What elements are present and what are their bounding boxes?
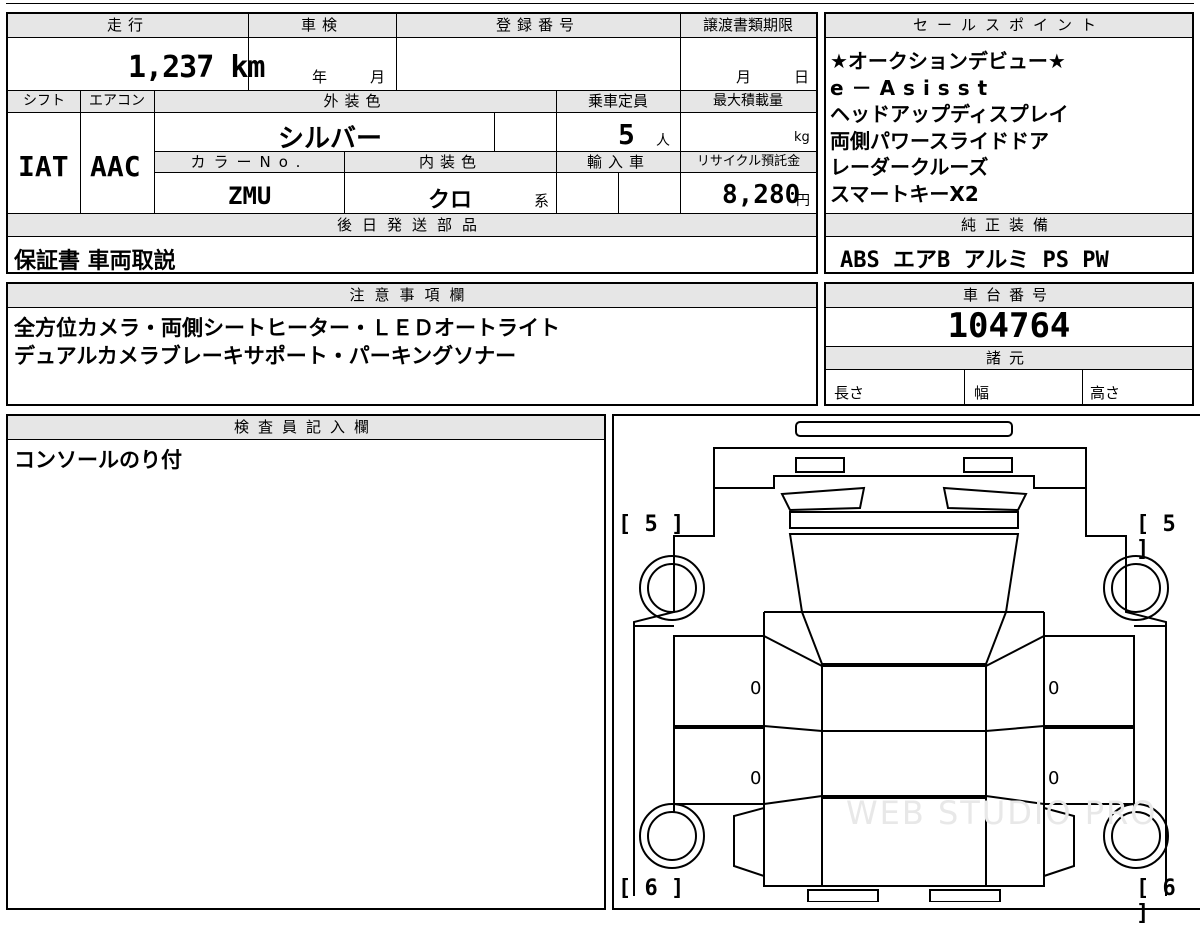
tire-front-left-mark: [ 5 ] (618, 512, 685, 537)
import-label: 輸入車 (557, 151, 680, 173)
equipment-label: 純正装備 (826, 213, 1192, 237)
door-mark-front-left: 0 (750, 678, 762, 699)
notes-label: 注意事項欄 (8, 284, 816, 308)
inspector-panel: 検査員記入欄 コンソールのり付 (6, 414, 606, 910)
interior-color-value: クロ (428, 188, 473, 213)
chassis-panel: 車台番号 104764 諸元 長さ 幅 高さ (824, 282, 1194, 406)
capacity-label: 乗車定員 (556, 91, 680, 113)
mileage-value: 1,237 km (128, 50, 265, 85)
dimensions-label: 諸元 (826, 346, 1192, 370)
mileage-label: 走行 (8, 14, 248, 38)
interior-color-label: 内装色 (345, 151, 556, 173)
inspector-label: 検査員記入欄 (8, 416, 604, 440)
exterior-color-label: 外装色 (154, 91, 556, 113)
sales-point-line: 両側パワースライドドア (830, 128, 1049, 153)
sales-points-panel: セールスポイント ★オークションデビュー★ e－Asisst ヘッドアップディス… (824, 12, 1194, 274)
ac-label: エアコン (80, 91, 154, 113)
recycle-label: リサイクル預託金 (681, 151, 816, 173)
notes-text: 全方位カメラ・両側シートヒーター・ＬＥＤオートライト デュアルカメラブレーキサポ… (14, 314, 560, 370)
exterior-color-value: シルバー (278, 124, 383, 154)
length-label: 長さ (834, 384, 865, 402)
transfer-deadline-label: 譲渡書類期限 (680, 14, 816, 38)
width-label: 幅 (974, 384, 990, 402)
color-no-label: カラーNo. (155, 151, 344, 173)
shift-label: シフト (8, 91, 80, 113)
door-mark-rear-left: 0 (750, 768, 762, 789)
tire-rear-right-mark: [ 6 ] (1136, 876, 1176, 926)
transfer-day: 日 (794, 68, 810, 86)
inspector-value: コンソールのり付 (14, 448, 182, 472)
sales-point-line: ★オークションデビュー★ (830, 49, 1066, 73)
vehicle-info-table: 走行 車検 登録番号 譲渡書類期限 1,237 km 年 月 月 日 シフト エ… (6, 12, 818, 274)
notes-panel: 注意事項欄 全方位カメラ・両側シートヒーター・ＬＥＤオートライト デュアルカメラ… (6, 282, 818, 406)
ac-value: AAC (90, 150, 141, 183)
notes-line: 全方位カメラ・両側シートヒーター・ＬＥＤオートライト (14, 316, 560, 340)
recycle-unit: 円 (796, 193, 810, 209)
door-mark-front-right: 0 (1048, 678, 1060, 699)
watermark: WEB STUDIO PRO (846, 794, 1158, 832)
notes-line: デュアルカメラブレーキサポート・パーキングソナー (14, 344, 517, 368)
car-diagram-panel: [ 5 ] [ 5 ] [ 6 ] [ 6 ] 0 0 0 0 WEB STUD… (612, 414, 1200, 926)
color-no-value: ZMU (228, 182, 272, 210)
shift-value: IAT (18, 150, 69, 183)
sales-point-line: ヘッドアップディスプレイ (830, 102, 1069, 126)
shipping-value: 保証書 車両取説 (14, 249, 176, 274)
equipment-value: ABS エアB アルミ PS PW (840, 248, 1109, 273)
max-load-unit: kg (794, 130, 810, 145)
inspection-month: 月 (370, 68, 386, 86)
chassis-label: 車台番号 (826, 284, 1192, 308)
max-load-label: 最大積載量 (680, 91, 816, 113)
capacity-unit: 人 (656, 133, 670, 149)
registration-label: 登録番号 (396, 14, 680, 38)
interior-suffix: 系 (534, 192, 550, 210)
tire-rear-left-mark: [ 6 ] (618, 876, 685, 901)
transfer-month: 月 (736, 68, 752, 86)
chassis-value: 104764 (947, 306, 1071, 346)
tire-front-right-mark: [ 5 ] (1136, 512, 1176, 562)
sales-point-line: e－Asisst (830, 75, 996, 100)
height-label: 高さ (1090, 384, 1121, 402)
sales-point-line: スマートキーX2 (830, 181, 979, 206)
capacity-value: 5 (618, 118, 635, 151)
inspection-year: 年 (312, 68, 328, 86)
recycle-value: 8,280 (722, 180, 801, 210)
top-edge-line (6, 3, 1194, 4)
shipping-label: 後日発送部品 (8, 213, 816, 237)
inspection-label: 車検 (248, 14, 396, 38)
sales-point-line: レーダークルーズ (830, 155, 989, 179)
sales-points-label: セールスポイント (826, 14, 1192, 38)
door-mark-rear-right: 0 (1048, 768, 1060, 789)
sales-points-list: ★オークションデビュー★ e－Asisst ヘッドアップディスプレイ 両側パワー… (830, 48, 1069, 207)
